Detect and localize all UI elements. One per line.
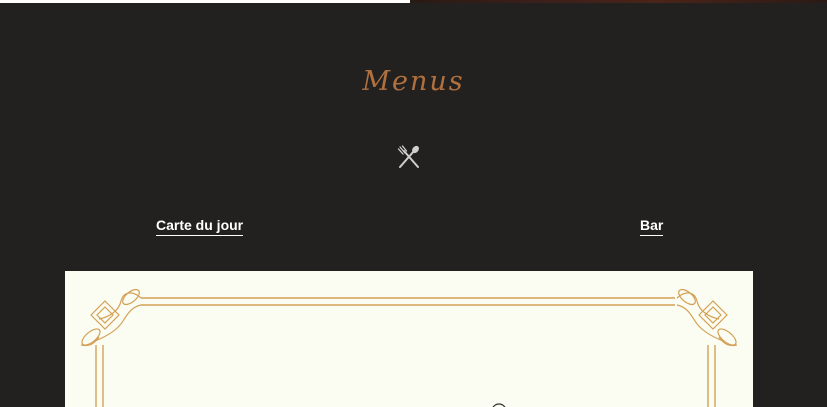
tab-bar[interactable]: Bar bbox=[640, 217, 664, 236]
section-title: Menus bbox=[362, 66, 465, 97]
photo-edge bbox=[410, 0, 827, 3]
left-corner-ornament bbox=[80, 288, 142, 347]
previous-section-edge bbox=[0, 0, 827, 3]
menu-card bbox=[65, 271, 753, 407]
right-corner-ornament bbox=[676, 288, 738, 347]
white-panel-edge bbox=[0, 0, 410, 3]
ornamental-frame bbox=[80, 288, 738, 407]
fork-and-knife-icon bbox=[397, 145, 419, 168]
tab-carte-du-jour[interactable]: Carte du jour bbox=[156, 217, 244, 236]
